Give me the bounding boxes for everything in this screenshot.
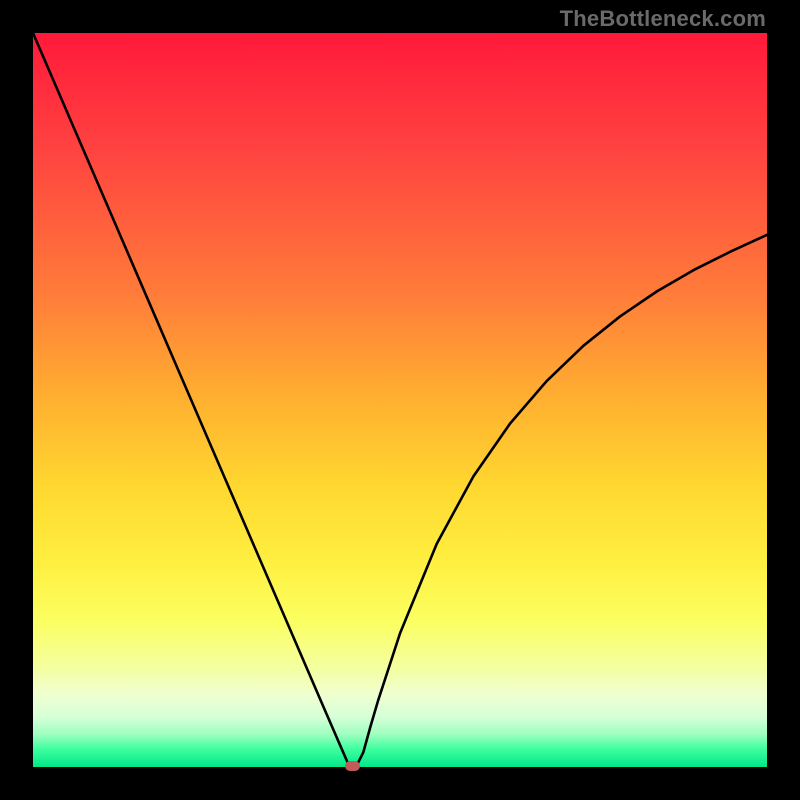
bottleneck-curve	[33, 33, 767, 767]
plot-area	[33, 33, 767, 767]
chart-frame: TheBottleneck.com	[0, 0, 800, 800]
attribution-text: TheBottleneck.com	[560, 6, 766, 32]
min-marker	[345, 761, 360, 771]
